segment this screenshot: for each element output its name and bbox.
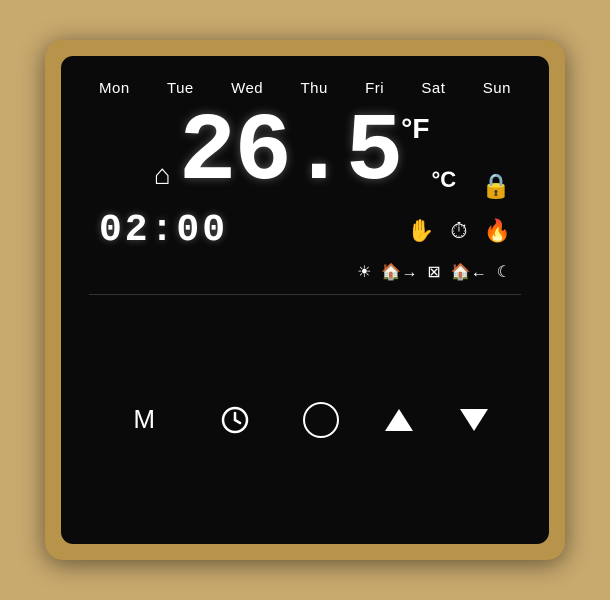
sun-icon: ☀ [357, 262, 371, 282]
home-icon: ⌂ [154, 159, 171, 191]
mode-button[interactable]: M [122, 398, 166, 442]
unit-fahrenheit: °F [401, 113, 429, 145]
sleep-home-icon: 🏠← [451, 262, 487, 282]
buttons-row: M [89, 295, 521, 544]
days-row: Mon Tue Wed Thu Fri Sat Sun [89, 80, 521, 97]
lock-icon: 🔒 [481, 172, 511, 201]
day-wed: Wed [231, 80, 263, 97]
day-sun: Sun [483, 80, 511, 97]
day-mon: Mon [99, 80, 130, 97]
home-arrow-right-icon: 🏠→ [381, 262, 417, 282]
flame-icon: 🔥 [484, 218, 511, 244]
device-screen: Mon Tue Wed Thu Fri Sat Sun ⌂ 26. 5 °F °… [61, 56, 549, 544]
day-sat: Sat [421, 80, 445, 97]
circle-button[interactable] [303, 402, 339, 438]
moon-icon: ☾ [497, 262, 511, 282]
time-display: 02:00 [99, 209, 228, 252]
temperature-decimal: 5 [346, 105, 402, 201]
clock-button-icon [221, 406, 249, 434]
hand-icon: ✋ [407, 218, 434, 244]
down-button[interactable] [460, 409, 488, 431]
clock-status-icon: ⏱ [450, 218, 467, 244]
status-icons: ✋ ⏱ 🔥 [407, 218, 511, 244]
up-button[interactable] [385, 409, 413, 431]
unit-celsius: °C [431, 167, 456, 193]
day-tue: Tue [167, 80, 194, 97]
day-fri: Fri [365, 80, 384, 97]
away-icon: ⊠ [427, 262, 440, 282]
device-outer: Mon Tue Wed Thu Fri Sat Sun ⌂ 26. 5 °F °… [45, 40, 565, 560]
day-thu: Thu [300, 80, 327, 97]
clock-button[interactable] [213, 398, 257, 442]
temperature-main: 26. [179, 105, 346, 201]
mode-icons-row: ☀ 🏠→ ⊠ 🏠← ☾ [89, 262, 521, 282]
status-row: 02:00 ✋ ⏱ 🔥 [89, 209, 521, 252]
temperature-area: ⌂ 26. 5 °F °C 🔒 [89, 105, 521, 201]
